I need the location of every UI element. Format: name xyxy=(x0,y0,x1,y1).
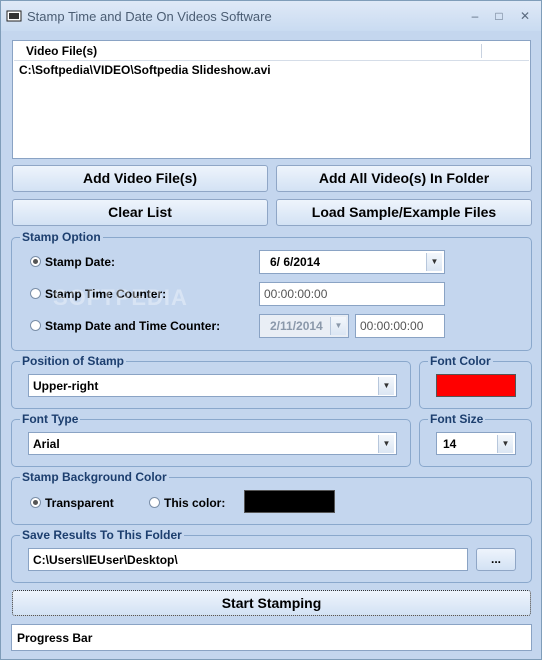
stamp-date-picker[interactable]: 6/ 6/2014 ▼ xyxy=(259,250,445,274)
chevron-down-icon[interactable]: ▼ xyxy=(497,435,513,453)
video-file-list[interactable]: Video File(s) C:\Softpedia\VIDEO\Softped… xyxy=(12,40,531,159)
stamp-time-counter-input[interactable]: 00:00:00:00 xyxy=(259,282,445,306)
save-folder-input[interactable]: C:\Users\IEUser\Desktop\ xyxy=(28,548,468,571)
save-folder-label: Save Results To This Folder xyxy=(20,528,184,542)
this-color-label: This color: xyxy=(164,496,226,510)
progress-bar-label: Progress Bar xyxy=(17,631,93,645)
window-title: Stamp Time and Date On Videos Software xyxy=(27,9,272,24)
font-color-label: Font Color xyxy=(428,354,493,368)
browse-button[interactable]: ... xyxy=(476,548,516,571)
minimize-button[interactable]: – xyxy=(465,7,485,25)
date-time-date-picker[interactable]: 2/11/2014 ▼ xyxy=(259,314,349,338)
position-label: Position of Stamp xyxy=(20,354,126,368)
close-button[interactable]: ✕ xyxy=(515,7,535,25)
date-time-date-value: 2/11/2014 xyxy=(270,319,323,333)
this-color-radio[interactable] xyxy=(149,497,160,508)
stamp-date-label: Stamp Date: xyxy=(45,255,116,269)
transparent-radio[interactable] xyxy=(30,497,41,508)
app-window: Stamp Time and Date On Videos Software –… xyxy=(0,0,542,660)
position-value: Upper-right xyxy=(33,379,99,393)
background-color-swatch[interactable] xyxy=(244,490,335,513)
font-size-label: Font Size xyxy=(428,412,486,426)
list-item[interactable]: C:\Softpedia\VIDEO\Softpedia Slideshow.a… xyxy=(19,63,271,77)
start-stamping-button[interactable]: Start Stamping xyxy=(12,590,531,616)
font-type-value: Arial xyxy=(33,437,60,451)
video-stamp-icon xyxy=(6,10,22,22)
add-video-files-button[interactable]: Add Video File(s) xyxy=(12,165,268,192)
stamp-date-time-radio[interactable] xyxy=(30,320,41,331)
chevron-down-icon[interactable]: ▼ xyxy=(378,377,394,395)
stamp-date-radio[interactable] xyxy=(30,256,41,267)
font-type-select[interactable]: Arial ▼ xyxy=(28,432,397,455)
stamp-time-counter-radio[interactable] xyxy=(30,288,41,299)
column-separator[interactable] xyxy=(481,44,482,58)
progress-bar: Progress Bar xyxy=(11,624,532,651)
background-color-label: Stamp Background Color xyxy=(20,470,169,484)
date-time-counter-input[interactable]: 00:00:00:00 xyxy=(355,314,445,338)
position-select[interactable]: Upper-right ▼ xyxy=(28,374,397,397)
font-size-select[interactable]: 14 ▼ xyxy=(436,432,516,455)
maximize-button[interactable]: □ xyxy=(489,7,509,25)
chevron-down-icon[interactable]: ▼ xyxy=(378,435,394,453)
load-sample-button[interactable]: Load Sample/Example Files xyxy=(276,199,532,226)
chevron-down-icon[interactable]: ▼ xyxy=(330,317,346,335)
font-color-swatch[interactable] xyxy=(436,374,516,397)
list-header: Video File(s) xyxy=(14,42,529,61)
clear-list-button[interactable]: Clear List xyxy=(12,199,268,226)
stamp-option-label: Stamp Option xyxy=(20,230,103,244)
stamp-date-value: 6/ 6/2014 xyxy=(270,255,321,269)
softpedia-watermark: SOFTPEDIA xyxy=(53,285,188,310)
chevron-down-icon[interactable]: ▼ xyxy=(426,253,442,271)
font-size-value: 14 xyxy=(443,437,457,451)
font-type-label: Font Type xyxy=(20,412,81,426)
stamp-date-time-label: Stamp Date and Time Counter: xyxy=(45,319,221,333)
add-folder-button[interactable]: Add All Video(s) In Folder xyxy=(276,165,532,192)
title-bar: Stamp Time and Date On Videos Software –… xyxy=(1,1,541,31)
transparent-label: Transparent xyxy=(45,496,114,510)
column-header-video-files[interactable]: Video File(s) xyxy=(26,44,97,58)
